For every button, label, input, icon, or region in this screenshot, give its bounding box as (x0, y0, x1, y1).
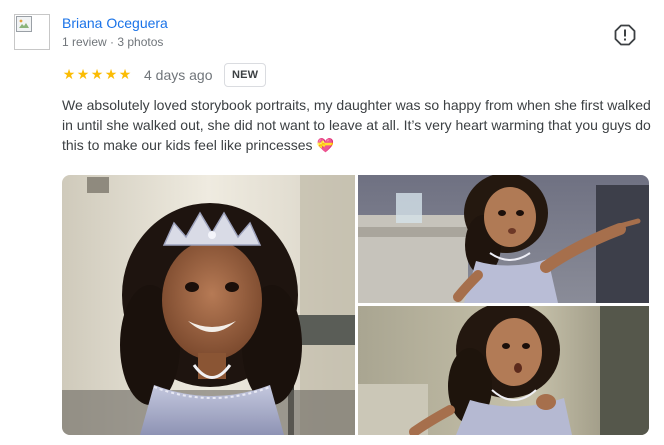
review-card: Briana Oceguera 1 review · 3 photos ★ ★ … (0, 0, 664, 445)
review-photo-1[interactable] (62, 175, 355, 435)
reviewer-meta: 1 review · 3 photos (62, 35, 164, 49)
new-badge: NEW (224, 63, 267, 87)
photo-girl-tiara (62, 175, 355, 435)
star-icon: ★ (104, 66, 118, 82)
star-rating: ★ ★ ★ ★ ★ (62, 66, 132, 82)
review-text: We absolutely loved storybook portraits,… (62, 97, 651, 153)
star-icon: ★ (76, 66, 90, 82)
report-button[interactable] (614, 24, 636, 46)
photo-girl-pointing (358, 175, 649, 303)
review-photo-3[interactable] (358, 306, 649, 435)
reviewer-name-link[interactable]: Briana Oceguera (62, 15, 168, 31)
broken-image-icon (16, 16, 32, 32)
star-icon: ★ (62, 66, 76, 82)
review-date: 4 days ago (144, 67, 213, 83)
star-icon: ★ (118, 66, 132, 82)
report-icon (614, 24, 636, 46)
photo-girl-surprised (358, 306, 649, 435)
star-icon: ★ (90, 66, 104, 82)
reviewer-avatar[interactable] (14, 14, 50, 50)
review-photo-2[interactable] (358, 175, 649, 303)
photo-grid (62, 175, 649, 435)
